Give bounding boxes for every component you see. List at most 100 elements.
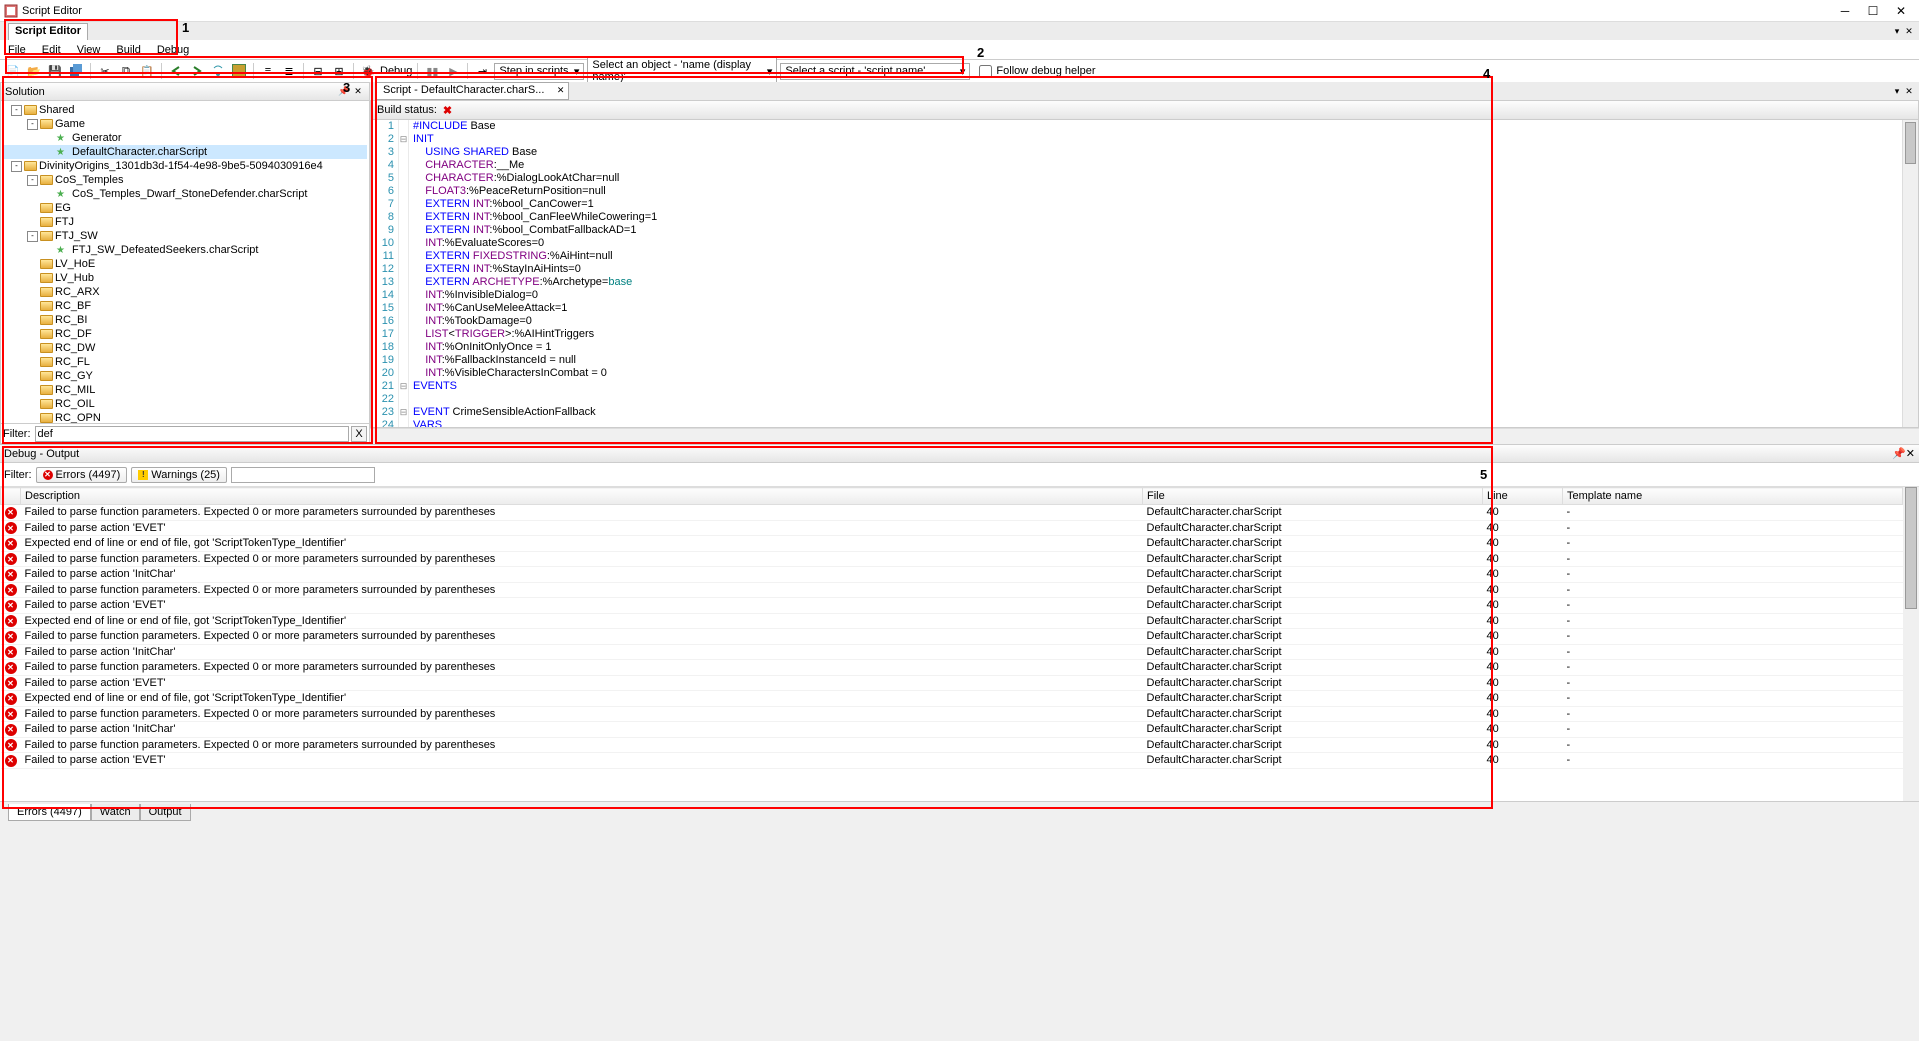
close-icon[interactable]: ✕ xyxy=(557,85,565,96)
bottom-tab-errors[interactable]: Errors (4497) xyxy=(8,804,91,821)
select-object-combo[interactable]: Select an object - 'name (display name)'… xyxy=(587,57,777,85)
tab-script-editor[interactable]: Script Editor xyxy=(8,23,88,40)
tree-folder[interactable]: -Game xyxy=(3,117,367,131)
pin-icon[interactable]: 📌 xyxy=(1892,447,1906,460)
undo-icon[interactable] xyxy=(167,62,185,80)
editor-tabstrip-dropdown-icon[interactable]: ▾ xyxy=(1891,85,1903,97)
tree-folder[interactable]: LV_Hub xyxy=(3,271,367,285)
errors-filter-button[interactable]: ✕Errors (4497) xyxy=(36,467,128,483)
tree-folder[interactable]: FTJ xyxy=(3,215,367,229)
close-icon[interactable]: ✕ xyxy=(1906,447,1915,460)
col-file[interactable]: File xyxy=(1143,488,1483,505)
warnings-filter-button[interactable]: !Warnings (25) xyxy=(131,467,227,483)
error-row[interactable]: ✕Failed to parse action 'InitChar'Defaul… xyxy=(1,567,1903,583)
error-row[interactable]: ✕Failed to parse function parameters. Ex… xyxy=(1,660,1903,676)
error-row[interactable]: ✕Failed to parse function parameters. Ex… xyxy=(1,629,1903,645)
step-into-icon[interactable] xyxy=(230,62,248,80)
debug-label[interactable]: Debug xyxy=(380,65,412,77)
tree-folder[interactable]: -FTJ_SW xyxy=(3,229,367,243)
tabstrip-dropdown-icon[interactable]: ▾ xyxy=(1891,25,1903,37)
error-row[interactable]: ✕Expected end of line or end of file, go… xyxy=(1,691,1903,707)
tree-toggle-icon[interactable]: - xyxy=(11,105,22,116)
follow-debug-helper-input[interactable] xyxy=(979,65,992,78)
tree-folder[interactable]: -DivinityOrigins_1301db3d-1f54-4e98-9be5… xyxy=(3,159,367,173)
clear-filter-button[interactable]: X xyxy=(351,426,367,442)
code-editor[interactable]: 1234567891011121314151617181920212223242… xyxy=(370,120,1919,428)
col-description[interactable]: Description xyxy=(21,488,1143,505)
debug-error-table[interactable]: Description File Line Template name ✕Fai… xyxy=(0,487,1903,801)
error-row[interactable]: ✕Failed to parse action 'EVET'DefaultCha… xyxy=(1,675,1903,691)
tree-script[interactable]: DefaultCharacter.charScript xyxy=(3,145,367,159)
pause-icon[interactable]: ▮▮ xyxy=(423,62,441,80)
tabstrip-close-icon[interactable]: ✕ xyxy=(1903,25,1915,37)
select-script-combo[interactable]: Select a script - 'script name'▾ xyxy=(780,63,970,80)
collapse-icon[interactable]: ⊟ xyxy=(309,62,327,80)
tree-folder[interactable]: RC_BI xyxy=(3,313,367,327)
tree-script[interactable]: FTJ_SW_DefeatedSeekers.charScript xyxy=(3,243,367,257)
tree-folder[interactable]: RC_DF xyxy=(3,327,367,341)
bottom-tab-output[interactable]: Output xyxy=(140,804,191,821)
filter-input[interactable] xyxy=(35,426,350,442)
menu-edit[interactable]: Edit xyxy=(34,42,69,58)
error-row[interactable]: ✕Failed to parse action 'EVET'DefaultCha… xyxy=(1,520,1903,536)
indent-icon[interactable]: ≣ xyxy=(280,62,298,80)
bug-icon[interactable]: 🐞 xyxy=(359,62,377,80)
paste-icon[interactable] xyxy=(138,62,156,80)
error-row[interactable]: ✕Failed to parse action 'InitChar'Defaul… xyxy=(1,644,1903,660)
pin-icon[interactable]: 📌 xyxy=(337,85,351,99)
tree-folder[interactable]: RC_MIL xyxy=(3,383,367,397)
tree-toggle-icon[interactable]: - xyxy=(27,231,38,242)
tree-folder[interactable]: -Shared xyxy=(3,103,367,117)
step-over-icon[interactable] xyxy=(209,62,227,80)
tree-folder[interactable]: RC_OPN xyxy=(3,411,367,423)
tree-script[interactable]: CoS_Temples_Dwarf_StoneDefender.charScri… xyxy=(3,187,367,201)
copy-icon[interactable] xyxy=(117,62,135,80)
tree-folder[interactable]: EG xyxy=(3,201,367,215)
error-row[interactable]: ✕Failed to parse action 'InitChar'Defaul… xyxy=(1,722,1903,738)
tree-folder[interactable]: RC_FL xyxy=(3,355,367,369)
editor-tabstrip-close-icon[interactable]: ✕ xyxy=(1903,85,1915,97)
solution-tree[interactable]: -Shared-GameGeneratorDefaultCharacter.ch… xyxy=(1,101,369,423)
error-row[interactable]: ✕Failed to parse function parameters. Ex… xyxy=(1,582,1903,598)
tree-toggle-icon[interactable]: - xyxy=(27,119,38,130)
close-button[interactable]: ✕ xyxy=(1887,2,1915,20)
tree-folder[interactable]: RC_DW xyxy=(3,341,367,355)
col-template-name[interactable]: Template name xyxy=(1563,488,1903,505)
menu-file[interactable]: File xyxy=(0,42,34,58)
tree-toggle-icon[interactable]: - xyxy=(11,161,22,172)
error-row[interactable]: ✕Expected end of line or end of file, go… xyxy=(1,536,1903,552)
save-all-icon[interactable] xyxy=(67,62,85,80)
minimize-button[interactable]: ─ xyxy=(1831,2,1859,20)
follow-debug-helper-checkbox[interactable]: Follow debug helper xyxy=(979,65,1095,78)
tree-folder[interactable]: RC_OIL xyxy=(3,397,367,411)
play-icon[interactable]: ▶ xyxy=(444,62,462,80)
menu-view[interactable]: View xyxy=(69,42,109,58)
error-row[interactable]: ✕Expected end of line or end of file, go… xyxy=(1,613,1903,629)
tree-folder[interactable]: LV_HoE xyxy=(3,257,367,271)
bottom-tab-watch[interactable]: Watch xyxy=(91,804,140,821)
debug-search-input[interactable] xyxy=(231,467,375,483)
tree-folder[interactable]: RC_ARX xyxy=(3,285,367,299)
close-icon[interactable]: ✕ xyxy=(351,85,365,99)
tree-toggle-icon[interactable]: - xyxy=(27,175,38,186)
horizontal-scrollbar[interactable] xyxy=(370,428,1919,444)
tree-folder[interactable]: RC_BF xyxy=(3,299,367,313)
step-icon[interactable]: ⇥ xyxy=(473,62,491,80)
debug-vertical-scrollbar[interactable] xyxy=(1903,487,1919,801)
menu-debug[interactable]: Debug xyxy=(149,42,197,58)
expand-icon[interactable]: ⊞ xyxy=(330,62,348,80)
error-row[interactable]: ✕Failed to parse action 'EVET'DefaultCha… xyxy=(1,598,1903,614)
editor-tab[interactable]: Script - DefaultCharacter.charS... ✕ xyxy=(376,82,569,100)
step-mode-combo[interactable]: Step in scripts▾ xyxy=(494,63,584,80)
error-row[interactable]: ✕Failed to parse function parameters. Ex… xyxy=(1,737,1903,753)
outdent-icon[interactable]: ≡ xyxy=(259,62,277,80)
tree-folder[interactable]: RC_GY xyxy=(3,369,367,383)
error-row[interactable]: ✕Failed to parse action 'EVET'DefaultCha… xyxy=(1,753,1903,769)
menu-build[interactable]: Build xyxy=(108,42,148,58)
error-row[interactable]: ✕Failed to parse function parameters. Ex… xyxy=(1,706,1903,722)
save-icon[interactable] xyxy=(46,62,64,80)
tree-script[interactable]: Generator xyxy=(3,131,367,145)
error-row[interactable]: ✕Failed to parse function parameters. Ex… xyxy=(1,551,1903,567)
tree-folder[interactable]: -CoS_Temples xyxy=(3,173,367,187)
redo-icon[interactable] xyxy=(188,62,206,80)
